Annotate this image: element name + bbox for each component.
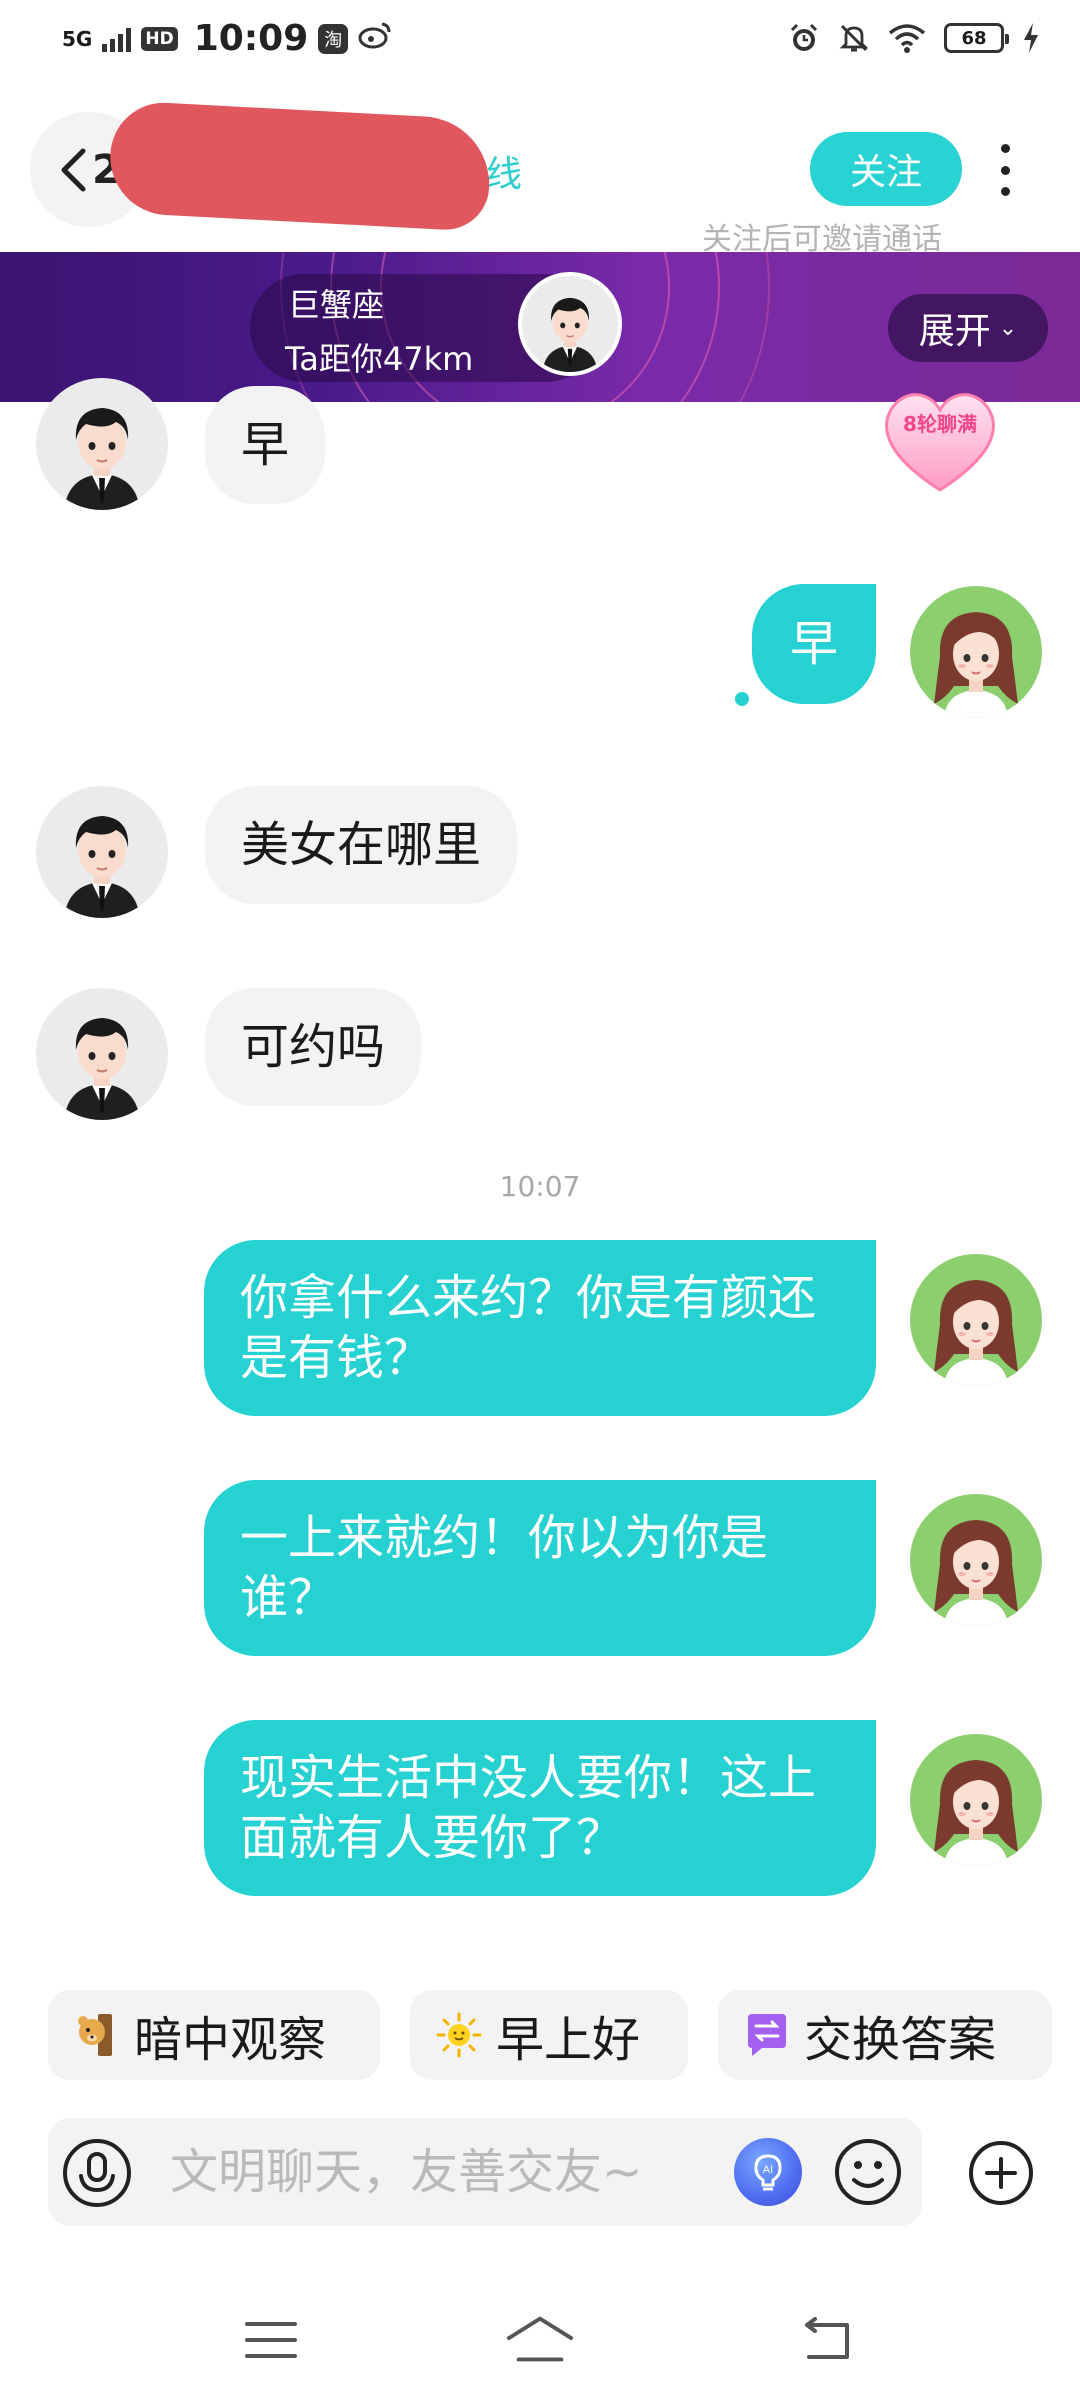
- hd-icon: HD: [141, 26, 178, 51]
- more-options-icon[interactable]: [990, 140, 1020, 200]
- plus-icon: [969, 2141, 1033, 2205]
- voice-icon: [63, 2139, 131, 2207]
- home-icon: [506, 2316, 574, 2362]
- chat-rounds-badge[interactable]: 8轮聊满: [870, 378, 1010, 498]
- my-avatar[interactable]: [910, 586, 1042, 718]
- follow-button[interactable]: 关注: [810, 132, 962, 206]
- partner-avatar[interactable]: [518, 272, 622, 376]
- my-avatar[interactable]: [910, 1254, 1042, 1386]
- status-bar: 5G HD 10:09 淘 68: [0, 0, 1080, 80]
- expand-button[interactable]: 展开 ⌄: [888, 294, 1048, 362]
- female-avatar-icon: [934, 1520, 1018, 1626]
- nav-back-button[interactable]: [790, 2310, 860, 2370]
- partner-avatar[interactable]: [36, 988, 168, 1120]
- message-bubble-outgoing[interactable]: 一上来就约！你以为你是谁？: [204, 1480, 876, 1656]
- status-time: 10:09: [193, 18, 309, 59]
- taobao-icon: 淘: [318, 23, 349, 54]
- quick-reply-label: 早上好: [496, 2012, 641, 2068]
- message-bubble-outgoing[interactable]: 早: [752, 584, 876, 704]
- more-actions-button[interactable]: [966, 2138, 1036, 2208]
- status-left: 5G HD 10:09 淘: [62, 18, 392, 59]
- message-input[interactable]: [170, 2130, 690, 2214]
- heart-icon: [885, 393, 995, 492]
- signal-icon: [102, 26, 132, 52]
- emoji-button[interactable]: [832, 2136, 904, 2208]
- male-avatar-icon: [522, 276, 618, 372]
- chat-rounds-label: 8轮聊满: [903, 412, 977, 436]
- nav-menu-button[interactable]: [236, 2310, 306, 2370]
- sun-icon: [436, 2012, 482, 2058]
- smiley-icon: [835, 2139, 901, 2205]
- zodiac-label: 巨蟹座: [288, 286, 385, 324]
- menu-icon: [245, 2322, 297, 2358]
- my-avatar[interactable]: [910, 1734, 1042, 1866]
- weibo-icon: [358, 20, 392, 57]
- mute-bell-icon: [838, 22, 870, 54]
- quick-reply-label: 暗中观察: [134, 2012, 327, 2068]
- quick-reply-label: 交换答案: [804, 2012, 997, 2068]
- alarm-icon: [788, 22, 820, 54]
- charging-icon: [1022, 22, 1040, 54]
- message-bubble-incoming[interactable]: 早: [205, 386, 326, 504]
- quick-reply-good-morning[interactable]: 早上好: [410, 1990, 688, 2080]
- exchange-icon: [744, 2012, 790, 2058]
- redacted-username: [107, 100, 493, 232]
- chevron-left-icon: [58, 147, 88, 193]
- back-arrow-icon: [805, 2317, 849, 2359]
- partner-avatar[interactable]: [36, 378, 168, 510]
- quick-reply-peek[interactable]: 暗中观察: [48, 1990, 380, 2080]
- partner-avatar[interactable]: [36, 786, 168, 918]
- message-bubble-incoming[interactable]: 可约吗: [205, 988, 422, 1106]
- message-bubble-outgoing[interactable]: 现实生活中没人要你！这上面就有人要你了？: [204, 1720, 876, 1896]
- chat-header: 2 在线 关注 关注后可邀请通话: [0, 100, 1080, 257]
- expand-label: 展开: [918, 311, 991, 352]
- status-right: 68: [788, 22, 1040, 54]
- nav-home-button[interactable]: [505, 2310, 575, 2370]
- my-avatar[interactable]: [910, 1494, 1042, 1626]
- male-avatar-icon: [64, 408, 140, 510]
- svg-text:AI: AI: [763, 2164, 773, 2176]
- read-indicator-dot: [735, 692, 749, 706]
- network-type: 5G: [62, 26, 93, 51]
- female-avatar-icon: [934, 612, 1018, 718]
- ai-assist-button[interactable]: AI: [734, 2138, 802, 2206]
- male-avatar-icon: [64, 1018, 140, 1120]
- quick-reply-exchange-answers[interactable]: 交换答案: [718, 1990, 1052, 2080]
- message-timestamp: 10:07: [499, 1170, 581, 1203]
- message-bubble-incoming[interactable]: 美女在哪里: [205, 786, 518, 904]
- peeking-bear-icon: [74, 2012, 120, 2058]
- male-avatar-icon: [64, 816, 140, 918]
- battery-icon: 68: [944, 23, 1009, 53]
- ai-bulb-icon: AI: [754, 2154, 782, 2191]
- chevron-down-icon: ⌄: [998, 315, 1018, 341]
- female-avatar-icon: [934, 1760, 1018, 1866]
- distance-label: Ta距你47km: [285, 340, 474, 378]
- wifi-icon: [888, 23, 926, 53]
- voice-button[interactable]: [60, 2136, 134, 2210]
- female-avatar-icon: [934, 1280, 1018, 1386]
- message-bubble-outgoing[interactable]: 你拿什么来约？你是有颜还是有钱？: [204, 1240, 876, 1416]
